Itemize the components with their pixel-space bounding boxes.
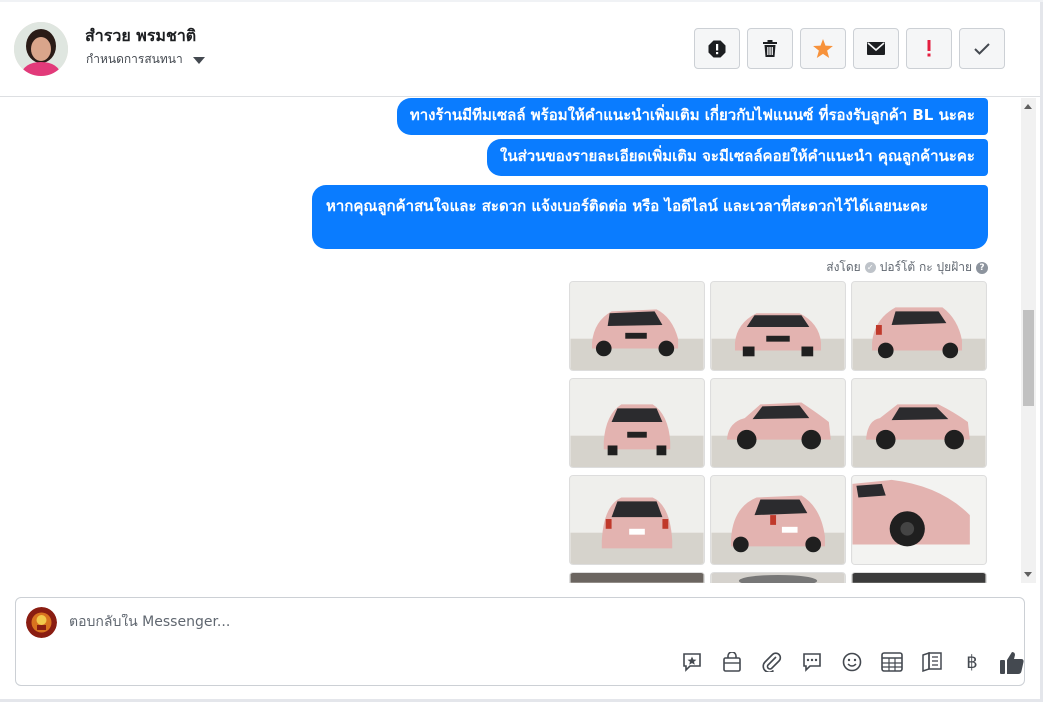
message-bubble: หากคุณลูกค้าสนใจและ สะดวก แจ้งเบอร์ติดต่… xyxy=(312,185,988,249)
message-bubble: ในส่วนของรายละเอียดเพิ่มเติม จะมีเซลล์คอ… xyxy=(487,139,988,176)
like-button[interactable] xyxy=(992,650,1032,674)
reply-input[interactable] xyxy=(69,614,969,630)
exclamation-icon xyxy=(927,40,931,57)
photo-car-wheel-closeup[interactable] xyxy=(851,475,987,565)
page-avatar xyxy=(26,607,57,638)
star-icon xyxy=(813,39,833,58)
contact-avatar[interactable] xyxy=(14,22,68,76)
star-button[interactable] xyxy=(800,28,846,69)
trash-icon xyxy=(763,40,777,57)
saved-reply-button[interactable] xyxy=(672,650,712,674)
header-actions xyxy=(694,28,1005,69)
photo-grid xyxy=(569,281,987,583)
caret-down-icon xyxy=(192,57,205,64)
photo-car-front-center[interactable] xyxy=(569,378,705,468)
photo-car-interior-2[interactable] xyxy=(710,572,846,583)
photo-car-interior-3[interactable] xyxy=(851,572,987,583)
scrollbar-thumb[interactable] xyxy=(1023,310,1034,406)
contact-name: สำรวย พรมชาติ xyxy=(85,26,197,45)
photo-car-side-left[interactable] xyxy=(710,378,846,468)
delete-button[interactable] xyxy=(747,28,793,69)
emoji-button[interactable] xyxy=(832,650,872,674)
follow-up-button[interactable] xyxy=(906,28,952,69)
sent-by-name: ปอร์โต้ กะ ปุยฝ้าย xyxy=(879,260,972,274)
spam-icon xyxy=(708,40,726,57)
table-button[interactable] xyxy=(872,650,912,674)
catalog-icon xyxy=(922,652,942,672)
shop-bag-icon xyxy=(723,652,741,672)
like-icon xyxy=(1000,651,1024,674)
scroll-up-arrow-icon[interactable] xyxy=(1024,104,1032,109)
messenger-window: สำรวย พรมชาติ กำหนดการสนทนา ทางร้านมีทีม… xyxy=(0,0,1043,702)
saved-reply-icon xyxy=(683,652,701,672)
conversation-header: สำรวย พรมชาติ กำหนดการสนทนา xyxy=(0,0,1040,97)
message-template-button[interactable] xyxy=(792,650,832,674)
sent-by-prefix: ส่งโดย xyxy=(826,260,861,274)
photo-car-rear-quarter[interactable] xyxy=(710,475,846,565)
photo-car-rear-left[interactable] xyxy=(851,281,987,371)
photo-car-rear[interactable] xyxy=(569,475,705,565)
sent-by-label: ส่งโดย ✓ ปอร์โต้ กะ ปุยฝ้าย ? xyxy=(826,258,988,277)
catalog-button[interactable] xyxy=(912,650,952,674)
check-icon xyxy=(974,42,990,55)
mark-unread-button[interactable] xyxy=(853,28,899,69)
attachment-icon xyxy=(762,652,782,672)
chat-bubble-icon xyxy=(803,652,821,672)
help-icon[interactable]: ? xyxy=(976,261,988,274)
attach-button[interactable] xyxy=(752,650,792,674)
baht-icon: ฿ xyxy=(966,651,978,673)
table-icon xyxy=(881,652,903,672)
shop-button[interactable] xyxy=(712,650,752,674)
envelope-icon xyxy=(867,42,885,55)
assign-label: กำหนดการสนทนา xyxy=(86,52,183,66)
mark-spam-button[interactable] xyxy=(694,28,740,69)
verified-icon: ✓ xyxy=(864,262,876,273)
message-bubble: ทางร้านมีทีมเซลล์ พร้อมให้คำแนะนำเพิ่มเต… xyxy=(396,98,988,135)
mark-done-button[interactable] xyxy=(959,28,1005,69)
photo-car-interior-1[interactable] xyxy=(569,572,705,583)
scroll-down-arrow-icon[interactable] xyxy=(1024,572,1032,577)
photo-car-side-right[interactable] xyxy=(851,378,987,468)
thread-scrollbar[interactable] xyxy=(1021,98,1036,583)
composer-toolbar: ฿ xyxy=(672,650,1032,674)
photo-car-front-left[interactable] xyxy=(569,281,705,371)
payment-button[interactable]: ฿ xyxy=(952,650,992,674)
photo-car-front[interactable] xyxy=(710,281,846,371)
message-thread[interactable]: ทางร้านมีทีมเซลล์ พร้อมให้คำแนะนำเพิ่มเต… xyxy=(0,98,1021,583)
reply-composer: ฿ xyxy=(15,597,1025,686)
assign-conversation-dropdown[interactable]: กำหนดการสนทนา xyxy=(86,50,205,69)
emoji-icon xyxy=(842,652,862,672)
